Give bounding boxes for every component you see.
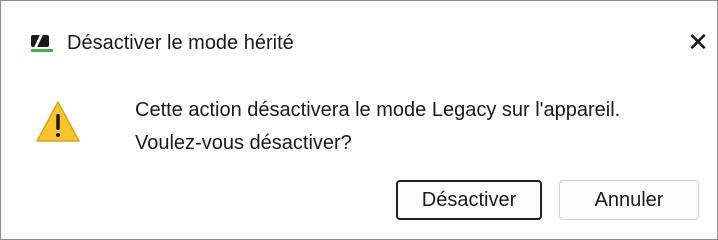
dialog-title: Désactiver le mode hérité (67, 32, 294, 54)
warning-icon (35, 99, 81, 145)
title-bar: Désactiver le mode hérité ✕ (1, 1, 717, 85)
app-logo-icon (31, 35, 53, 52)
deactivate-button[interactable]: Désactiver (396, 180, 542, 220)
dialog-window: Désactiver le mode hérité ✕ Cette action… (0, 0, 718, 240)
message-line-1: Cette action désactivera le mode Legacy … (135, 99, 621, 121)
cancel-button[interactable]: Annuler (559, 180, 699, 220)
close-button[interactable]: ✕ (683, 27, 713, 57)
message-line-2: Voulez-vous désactiver? (135, 132, 352, 154)
dialog-message: Cette action désactivera le mode Legacy … (135, 94, 620, 160)
